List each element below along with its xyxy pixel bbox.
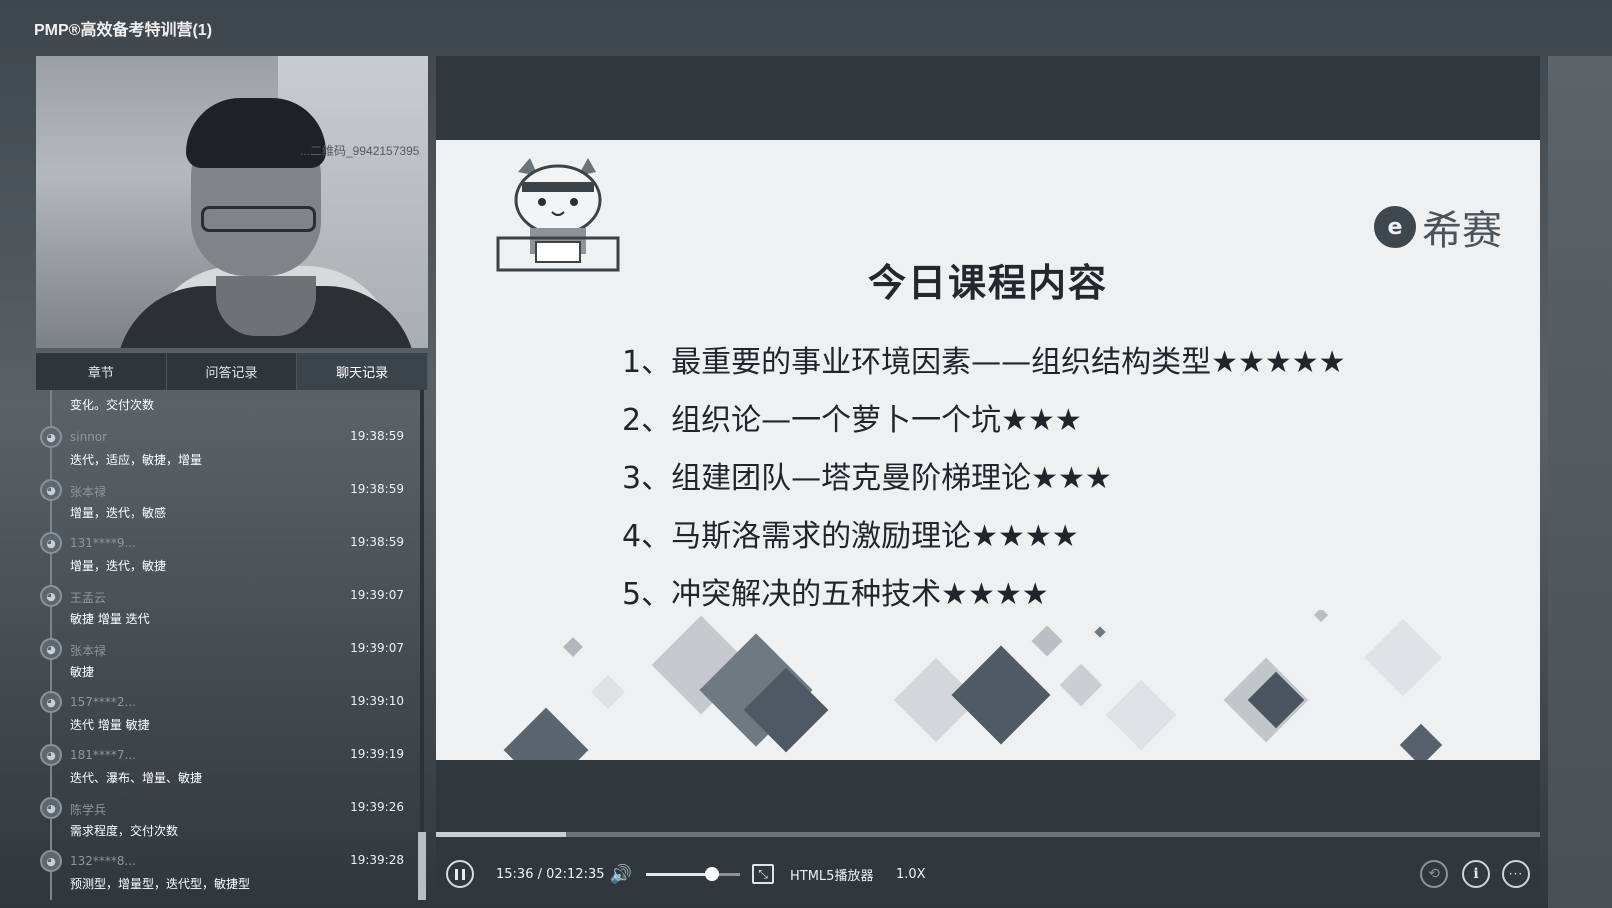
chat-message: ◕ 张本禄 19:38:59 增量，迭代，敏感 xyxy=(36,473,416,526)
brand-name: 希赛 xyxy=(1422,208,1502,254)
tab-qa-records[interactable]: 问答记录 xyxy=(167,353,298,390)
chat-message: ◕ 132****8... 19:39:28 预测型，增量型，迭代型，敏捷型 xyxy=(36,844,416,897)
chat-message: ◕ 157****2... 19:39:10 迭代 增量 敏捷 xyxy=(36,685,416,738)
chat-username: 张本禄 xyxy=(70,485,107,499)
presenter-neck xyxy=(216,276,316,336)
agenda-item: 2、组织论—一个萝卜一个坑★★★ xyxy=(622,403,1082,438)
volume-slider[interactable] xyxy=(646,872,740,876)
volume-slider-handle[interactable] xyxy=(704,867,719,881)
chat-message-text: 迭代，适应，敏捷，增量 xyxy=(70,453,203,467)
chat-avatar-icon: ◕ xyxy=(40,797,62,819)
chat-avatar-icon: ◕ xyxy=(40,850,62,872)
chat-message-text: 预测型，增量型，迭代型，敏捷型 xyxy=(70,877,251,891)
chat-avatar-icon: ◕ xyxy=(40,585,62,607)
tab-chat-records[interactable]: 聊天记录 xyxy=(297,353,429,390)
pause-icon xyxy=(455,868,458,880)
presentation-player: e 希赛 今日课程内容 1、最重要的事业环境因素——组织结构类型★★★★★ 2、… xyxy=(436,56,1540,900)
agenda-item: 4、马斯洛需求的激励理论★★★★ xyxy=(622,519,1079,554)
chat-username: 181****7... xyxy=(70,748,136,762)
chat-avatar-icon: ◕ xyxy=(40,532,62,554)
chat-timestamp: 19:38:59 xyxy=(350,429,404,443)
chat-message: ◕ 王孟云 19:39:07 敏捷 增量 迭代 xyxy=(36,579,416,632)
chat-message: 变化。交付次数 xyxy=(36,390,416,420)
agenda-list: 1、最重要的事业环境因素——组织结构类型★★★★★ 2、组织论—一个萝卜一个坑★… xyxy=(622,334,1346,624)
brand-logo: e 希赛 xyxy=(1374,198,1502,256)
chat-message: ◕ 181****7... 19:39:19 迭代、瀑布、增量、敏捷 xyxy=(36,738,416,791)
chat-avatar-icon: ◕ xyxy=(40,691,62,713)
chat-timestamp: 19:38:59 xyxy=(350,535,404,549)
chat-scrollbar-track[interactable] xyxy=(420,390,424,900)
chat-message-text: 迭代、瀑布、增量、敏捷 xyxy=(70,771,203,785)
webcam-video: ...二维码_9942157395 xyxy=(36,56,428,348)
chat-username: sinnor xyxy=(70,430,108,444)
video-progress-bar[interactable] xyxy=(436,832,1540,837)
chat-avatar-icon: ◕ xyxy=(40,638,62,660)
chat-message: ◕ 131****9... 19:38:59 增量，迭代，敏捷 xyxy=(36,526,416,579)
chat-avatar-icon: ◕ xyxy=(40,426,62,448)
volume-slider-fill xyxy=(646,872,712,876)
chat-message-text: 增量，迭代，敏捷 xyxy=(70,559,167,573)
chat-username: 132****8... xyxy=(70,854,136,868)
chat-username: 张本禄 xyxy=(70,644,107,658)
chat-message: ◕ sinnor 19:38:59 迭代，适应，敏捷，增量 xyxy=(36,420,416,473)
chat-timestamp: 19:39:28 xyxy=(350,853,404,867)
window-title: PMP®高效备考特训营(1) xyxy=(34,22,213,39)
presenter-glasses xyxy=(201,206,316,232)
chat-scrollbar-thumb[interactable] xyxy=(418,832,426,900)
chat-timestamp: 19:38:59 xyxy=(350,482,404,496)
more-icon[interactable]: ··· xyxy=(1502,860,1530,888)
chat-message: ◕ 陈学兵 19:39:26 需求程度，交付次数 xyxy=(36,791,416,844)
agenda-item: 3、组建团队—塔克曼阶梯理论★★★ xyxy=(622,461,1112,496)
chat-timestamp: 19:39:07 xyxy=(350,641,404,655)
chat-timestamp: 19:39:19 xyxy=(350,747,404,761)
slide-title: 今日课程内容 xyxy=(867,261,1108,305)
chat-timestamp: 19:39:07 xyxy=(350,588,404,602)
slide: e 希赛 今日课程内容 1、最重要的事业环境因素——组织结构类型★★★★★ 2、… xyxy=(436,140,1540,760)
chat-avatar-icon: ◕ xyxy=(40,744,62,766)
chat-timestamp: 19:39:10 xyxy=(350,694,404,708)
chat-username: 王孟云 xyxy=(70,591,107,605)
chat-message: ◕ 张本禄 19:39:07 敏捷 xyxy=(36,632,416,685)
chat-message-text: 敏捷 xyxy=(70,665,95,679)
chat-message-text: 变化。交付次数 xyxy=(70,398,155,412)
chat-timestamp: 19:39:26 xyxy=(350,800,404,814)
chat-username: 131****9... xyxy=(70,536,136,550)
chat-list[interactable]: 变化。交付次数 ◕ sinnor 19:38:59 迭代，适应，敏捷，增量 ◕ 张本禄 19… xyxy=(36,390,416,900)
decorative-diamonds xyxy=(503,610,1443,760)
side-tabs: 章节 问答记录 聊天记录 xyxy=(36,352,429,390)
chat-message-text: 增量，迭代，敏感 xyxy=(70,506,167,520)
agenda-item: 1、最重要的事业环境因素——组织结构类型★★★★★ xyxy=(622,345,1346,380)
playback-speed-button[interactable]: 1.0X xyxy=(896,867,926,882)
fit-screen-icon[interactable]: ⤡ xyxy=(752,864,774,884)
pause-button[interactable] xyxy=(446,860,474,888)
chat-username: 陈学兵 xyxy=(70,803,107,817)
info-icon[interactable]: i xyxy=(1462,860,1490,888)
chat-username: 157****2... xyxy=(70,695,136,709)
volume-icon[interactable]: 🔊 xyxy=(608,862,634,886)
chat-message-text: 敏捷 增量 迭代 xyxy=(70,612,150,626)
tab-chapters[interactable]: 章节 xyxy=(36,353,167,390)
player-name: HTML5播放器 xyxy=(790,868,874,884)
player-controls: 15:36 / 02:12:35 🔊 ⤡ HTML5播放器 1.0X ⟲ i ·… xyxy=(436,848,1540,900)
chat-avatar-icon: ◕ xyxy=(40,479,62,501)
share-icon[interactable]: ⟲ xyxy=(1420,860,1448,888)
brand-logo-icon: e xyxy=(1374,206,1416,248)
chat-message-text: 迭代 增量 敏捷 xyxy=(70,718,150,732)
chat-message-text: 需求程度，交付次数 xyxy=(70,824,179,838)
video-progress-fill xyxy=(436,832,567,837)
time-display: 15:36 / 02:12:35 xyxy=(496,866,605,882)
background-edge xyxy=(1548,56,1612,908)
video-watermark: ...二维码_9942157395 xyxy=(300,144,420,158)
